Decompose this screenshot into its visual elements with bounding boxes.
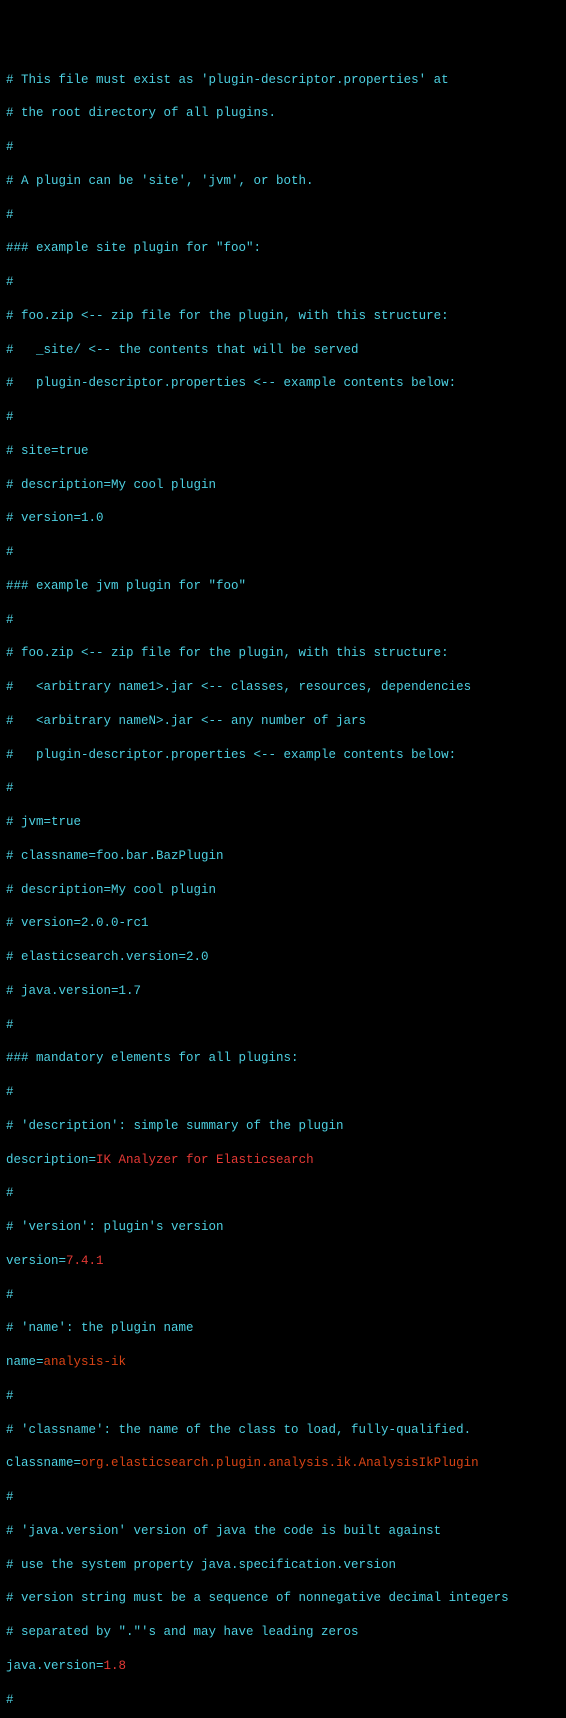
prop-key: java.version	[6, 1659, 96, 1673]
comment-line: #	[6, 1084, 560, 1101]
prop-classname[interactable]: classname=org.elasticsearch.plugin.analy…	[6, 1455, 560, 1472]
prop-java-version[interactable]: java.version=1.8	[6, 1658, 560, 1675]
comment-line: #	[6, 544, 560, 561]
comment-line: # 'version': plugin's version	[6, 1219, 560, 1236]
comment-line: #	[6, 1692, 560, 1709]
comment-heading: ### example site plugin for "foo":	[6, 240, 560, 257]
comment-line: # jvm=true	[6, 814, 560, 831]
comment-line: #	[6, 1388, 560, 1405]
comment-heading: ### mandatory elements for all plugins:	[6, 1050, 560, 1067]
comment-line: # 'java.version' version of java the cod…	[6, 1523, 560, 1540]
comment-line: # A plugin can be 'site', 'jvm', or both…	[6, 173, 560, 190]
equals-sign: =	[96, 1659, 104, 1673]
comment-line: #	[6, 1287, 560, 1304]
comment-line: # version=1.0	[6, 510, 560, 527]
comment-line: # plugin-descriptor.properties <-- examp…	[6, 747, 560, 764]
comment-line: # version string must be a sequence of n…	[6, 1590, 560, 1607]
comment-line: # This file must exist as 'plugin-descri…	[6, 72, 560, 89]
comment-line: # plugin-descriptor.properties <-- examp…	[6, 375, 560, 392]
prop-description[interactable]: description=IK Analyzer for Elasticsearc…	[6, 1152, 560, 1169]
comment-line: #	[6, 1185, 560, 1202]
comment-line: # 'name': the plugin name	[6, 1320, 560, 1337]
comment-line: # 'classname': the name of the class to …	[6, 1422, 560, 1439]
comment-line: # foo.zip <-- zip file for the plugin, w…	[6, 308, 560, 325]
prop-key: classname	[6, 1456, 74, 1470]
equals-sign: =	[36, 1355, 44, 1369]
comment-line: # version=2.0.0-rc1	[6, 915, 560, 932]
comment-line: #	[6, 409, 560, 426]
comment-line: #	[6, 207, 560, 224]
comment-line: #	[6, 139, 560, 156]
comment-line: # java.version=1.7	[6, 983, 560, 1000]
comment-line: #	[6, 780, 560, 797]
prop-value: analysis-ik	[44, 1355, 127, 1369]
comment-line: # site=true	[6, 443, 560, 460]
equals-sign: =	[74, 1456, 82, 1470]
equals-sign: =	[59, 1254, 67, 1268]
prop-value: org.elasticsearch.plugin.analysis.ik.Ana…	[81, 1456, 479, 1470]
comment-line: # elasticsearch.version=2.0	[6, 949, 560, 966]
prop-value: 7.4.1	[66, 1254, 104, 1268]
prop-version[interactable]: version=7.4.1	[6, 1253, 560, 1270]
equals-sign: =	[89, 1153, 97, 1167]
comment-line: # use the system property java.specifica…	[6, 1557, 560, 1574]
prop-value: IK Analyzer for Elasticsearch	[96, 1153, 314, 1167]
comment-line: # description=My cool plugin	[6, 477, 560, 494]
prop-key: description	[6, 1153, 89, 1167]
comment-line: # the root directory of all plugins.	[6, 105, 560, 122]
comment-line: # _site/ <-- the contents that will be s…	[6, 342, 560, 359]
comment-line: #	[6, 274, 560, 291]
comment-line: # <arbitrary nameN>.jar <-- any number o…	[6, 713, 560, 730]
prop-value: 1.8	[104, 1659, 127, 1673]
comment-line: # 'description': simple summary of the p…	[6, 1118, 560, 1135]
comment-heading: ### example jvm plugin for "foo"	[6, 578, 560, 595]
comment-line: # foo.zip <-- zip file for the plugin, w…	[6, 645, 560, 662]
comment-line: # classname=foo.bar.BazPlugin	[6, 848, 560, 865]
comment-line: # description=My cool plugin	[6, 882, 560, 899]
comment-line: #	[6, 1017, 560, 1034]
comment-line: #	[6, 1489, 560, 1506]
prop-key: version	[6, 1254, 59, 1268]
comment-line: # <arbitrary name1>.jar <-- classes, res…	[6, 679, 560, 696]
comment-line: # separated by "."'s and may have leadin…	[6, 1624, 560, 1641]
prop-name[interactable]: name=analysis-ik	[6, 1354, 560, 1371]
prop-key: name	[6, 1355, 36, 1369]
comment-line: #	[6, 612, 560, 629]
